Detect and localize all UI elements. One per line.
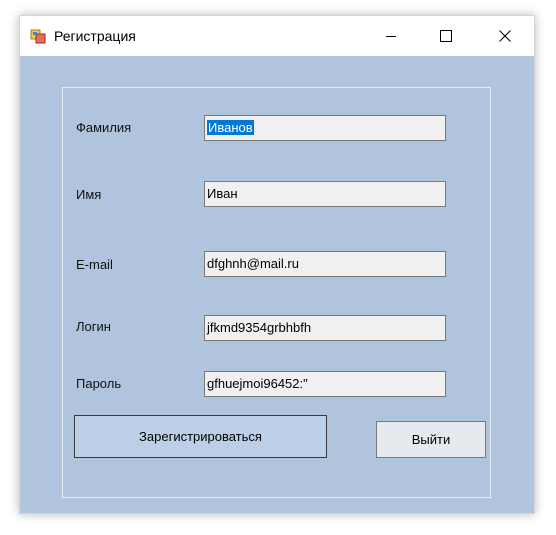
login-value: jfkmd9354grbhbfh — [207, 320, 312, 335]
maximize-button[interactable] — [423, 16, 469, 56]
surname-field[interactable]: Иванов — [204, 115, 446, 141]
email-value: dfghnh@mail.ru — [207, 256, 299, 271]
exit-button-label: Выйти — [411, 432, 451, 447]
maximize-icon — [440, 30, 452, 42]
title-bar[interactable]: Регистрация — [20, 16, 534, 56]
minimize-icon — [386, 36, 396, 37]
exit-button[interactable]: Выйти — [376, 421, 486, 458]
close-button[interactable] — [482, 16, 528, 56]
surname-value: Иванов — [207, 120, 254, 135]
name-label: Имя — [76, 187, 102, 202]
registration-window: Регистрация Фамилия Иванов Имя Иван E-ma… — [19, 15, 535, 514]
email-field[interactable]: dfghnh@mail.ru — [204, 251, 446, 277]
register-button[interactable]: Зарегистрироваться — [74, 415, 327, 458]
login-field[interactable]: jfkmd9354grbhbfh — [204, 315, 446, 341]
form-client-area: Фамилия Иванов Имя Иван E-mail dfghnh@ma… — [20, 56, 534, 513]
login-label: Логин — [76, 319, 111, 334]
password-value: gfhuejmoi96452:" — [207, 376, 308, 391]
minimize-button[interactable] — [368, 16, 414, 56]
window-title: Регистрация — [54, 28, 136, 44]
register-button-label: Зарегистрироваться — [139, 429, 262, 444]
password-field[interactable]: gfhuejmoi96452:" — [204, 371, 446, 397]
email-label: E-mail — [76, 257, 113, 272]
password-label: Пароль — [76, 376, 122, 391]
name-value: Иван — [207, 186, 238, 201]
close-icon — [499, 30, 511, 42]
name-field[interactable]: Иван — [204, 181, 446, 207]
surname-label: Фамилия — [76, 120, 132, 135]
app-icon — [30, 29, 46, 44]
